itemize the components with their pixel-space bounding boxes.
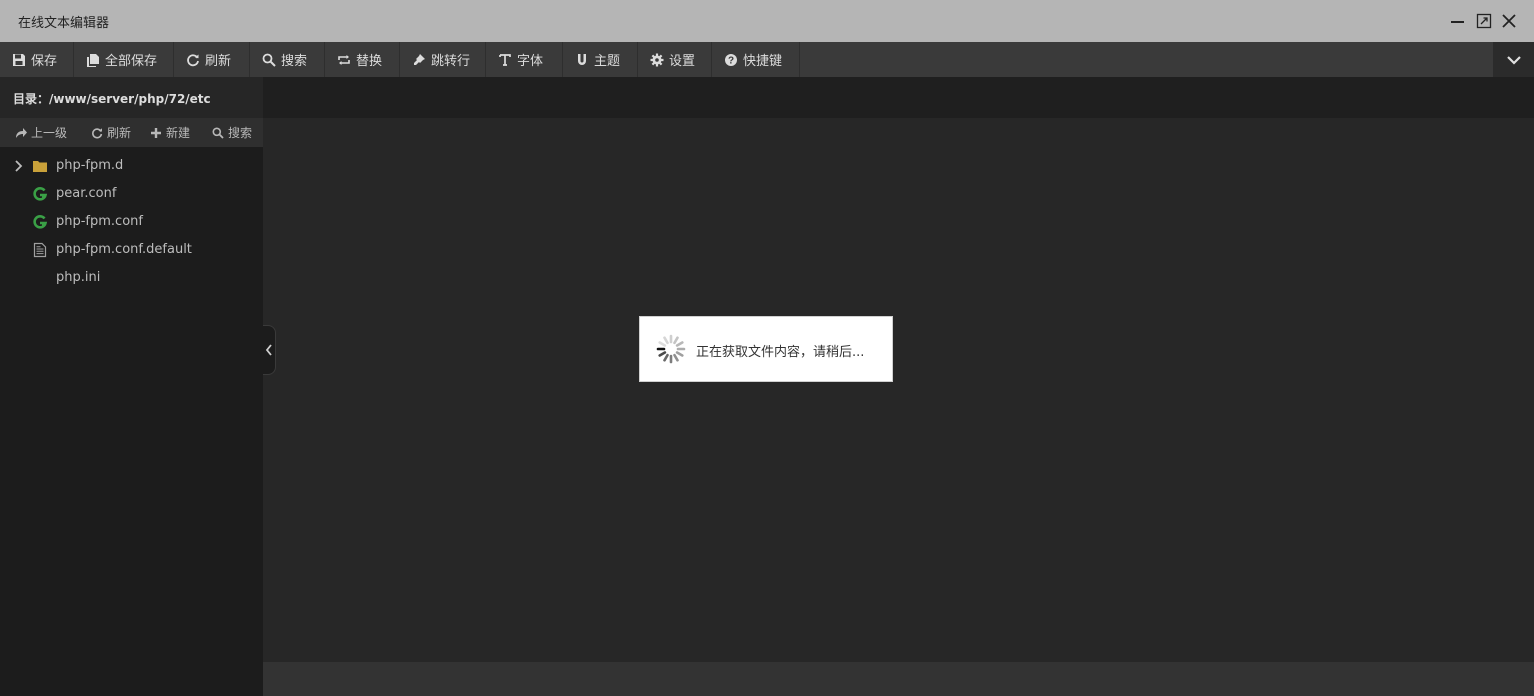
chevron-left-icon — [265, 344, 272, 356]
text-file-icon — [33, 242, 47, 258]
editor-window: 在线文本编辑器 保存 全部保存 刷新 搜索 替换 跳转行 字体 主题 设置 ? … — [0, 0, 1534, 696]
code-editor[interactable] — [263, 118, 1534, 662]
list-item[interactable]: php-fpm.conf.default — [0, 236, 263, 264]
search-icon — [262, 53, 276, 67]
file-sidebar: 目录：/www/server/php/72/etc 上一级 刷新 新建 搜索 p… — [0, 77, 263, 696]
refresh-icon — [186, 53, 200, 67]
new-file-button[interactable]: 新建 — [150, 118, 190, 147]
search-icon — [212, 127, 224, 139]
toolbar: 保存 全部保存 刷新 搜索 替换 跳转行 字体 主题 设置 ? 快捷键 — [0, 42, 1534, 77]
save-all-label: 全部保存 — [105, 54, 158, 69]
shortcuts-button[interactable]: ? 快捷键 — [712, 42, 800, 77]
tab-bar — [263, 77, 1534, 118]
save-label: 保存 — [31, 54, 58, 69]
sidebar-collapse-button[interactable] — [263, 325, 276, 375]
file-name: php.ini — [56, 270, 101, 285]
font-icon — [498, 53, 512, 67]
parent-dir-button[interactable]: 上一级 — [15, 118, 67, 147]
file-name: php-fpm.conf.default — [56, 242, 192, 257]
config-file-icon — [33, 215, 48, 229]
chevron-down-icon — [1506, 55, 1521, 65]
save-icon — [12, 53, 26, 67]
pin-icon — [412, 53, 426, 67]
refresh-button[interactable]: 刷新 — [174, 42, 250, 77]
maximize-icon — [1476, 13, 1492, 29]
font-label: 字体 — [517, 54, 544, 69]
help-icon: ? — [724, 53, 738, 67]
new-file-label: 新建 — [166, 126, 191, 140]
title-bar: 在线文本编辑器 — [0, 0, 1534, 42]
sidebar-search-label: 搜索 — [228, 126, 253, 140]
sidebar-actions: 上一级 刷新 新建 搜索 — [0, 118, 263, 147]
list-item[interactable]: php-fpm.d — [0, 152, 263, 180]
minimize-icon — [1451, 21, 1464, 23]
list-item[interactable]: php-fpm.conf — [0, 208, 263, 236]
save-button[interactable]: 保存 — [0, 42, 74, 77]
settings-button[interactable]: 设置 — [638, 42, 712, 77]
theme-button[interactable]: 主题 — [563, 42, 638, 77]
sidebar-refresh-label: 刷新 — [107, 126, 132, 140]
settings-label: 设置 — [669, 54, 696, 69]
search-label: 搜索 — [281, 54, 308, 69]
sidebar-search-button[interactable]: 搜索 — [212, 118, 252, 147]
minimize-button[interactable] — [1449, 12, 1467, 30]
refresh-label: 刷新 — [205, 54, 232, 69]
close-button[interactable] — [1500, 12, 1518, 30]
loading-spinner-icon — [656, 334, 686, 364]
svg-text:?: ? — [728, 55, 734, 66]
sidebar-refresh-button[interactable]: 刷新 — [91, 118, 131, 147]
replace-button[interactable]: 替换 — [325, 42, 400, 77]
share-icon — [15, 127, 27, 139]
parent-dir-label: 上一级 — [31, 126, 68, 140]
chevron-right-icon — [15, 160, 23, 172]
window-title: 在线文本编辑器 — [18, 16, 110, 31]
replace-label: 替换 — [356, 54, 383, 69]
magnet-icon — [575, 53, 589, 67]
toolbar-toggle-button[interactable] — [1493, 42, 1534, 77]
plus-icon — [150, 127, 162, 139]
gear-icon — [650, 53, 664, 67]
file-name: php-fpm.conf — [56, 214, 143, 229]
loading-message: 正在获取文件内容，请稍后... — [696, 345, 865, 360]
status-bar — [263, 662, 1534, 696]
save-all-icon — [86, 53, 100, 67]
font-button[interactable]: 字体 — [486, 42, 563, 77]
directory-bar: 目录：/www/server/php/72/etc — [0, 77, 263, 118]
file-name: pear.conf — [56, 186, 117, 201]
theme-label: 主题 — [594, 54, 621, 69]
current-directory: 目录：/www/server/php/72/etc — [13, 92, 211, 106]
file-name: php-fpm.d — [56, 158, 124, 173]
save-all-button[interactable]: 全部保存 — [74, 42, 174, 77]
maximize-button[interactable] — [1475, 12, 1493, 30]
search-button[interactable]: 搜索 — [250, 42, 325, 77]
loading-dialog: 正在获取文件内容，请稍后... — [639, 316, 893, 382]
close-icon — [1502, 14, 1516, 28]
refresh-icon — [91, 127, 103, 139]
config-file-icon — [33, 187, 48, 201]
folder-icon — [33, 161, 47, 172]
list-item[interactable]: pear.conf — [0, 180, 263, 208]
goto-line-button[interactable]: 跳转行 — [400, 42, 486, 77]
shortcuts-label: 快捷键 — [743, 54, 783, 69]
goto-line-label: 跳转行 — [431, 54, 471, 69]
replace-icon — [337, 53, 351, 67]
list-item[interactable]: php.ini — [0, 264, 263, 292]
